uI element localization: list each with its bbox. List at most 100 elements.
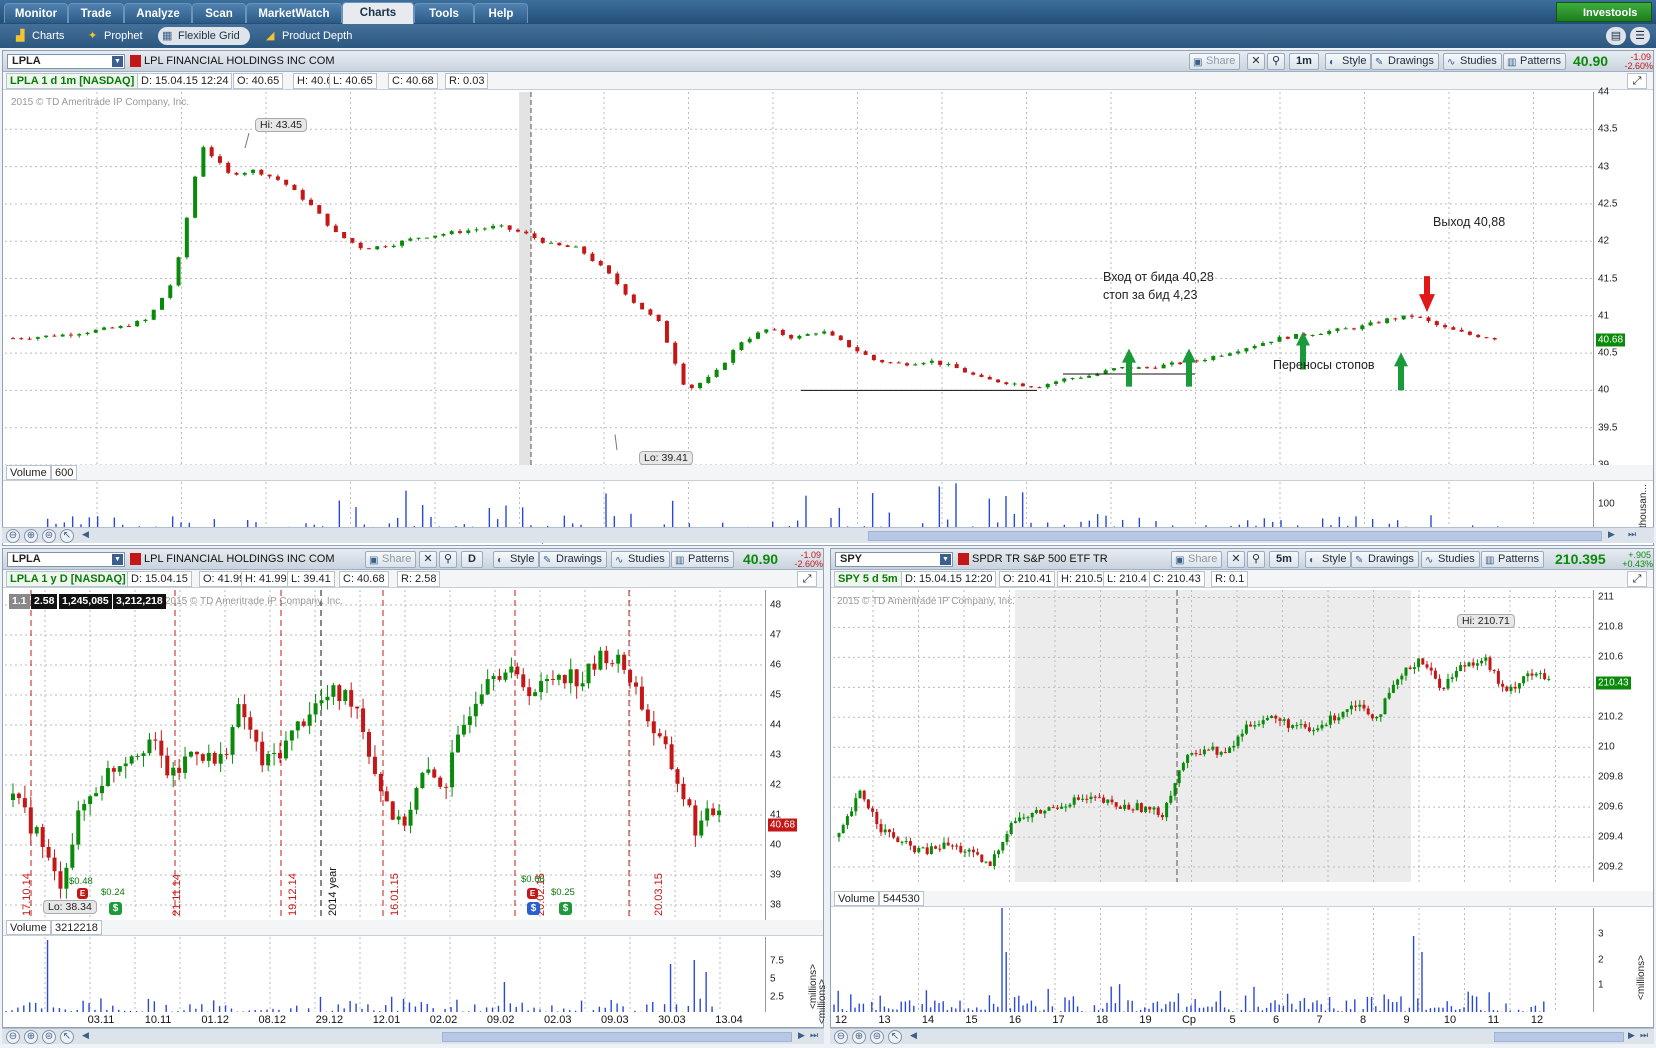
link-button[interactable]: ⚲ [1247, 551, 1265, 568]
aggregation-button[interactable]: 1m [1289, 53, 1319, 70]
dividend-icon[interactable]: $ [109, 902, 122, 915]
tab-scan[interactable]: Scan [192, 3, 246, 23]
price-axis[interactable]: 4443.54342.54241.54140.54039.53940.68 [1593, 87, 1653, 471]
cursor-icon[interactable]: ↖ [60, 1030, 74, 1044]
fit-icon[interactable]: ⊜ [870, 1030, 884, 1044]
cursor-icon[interactable]: ↖ [888, 1030, 902, 1044]
scrollbar-3[interactable]: ⊖ ⊕ ⊜ ↖ ◀ ▶ ⏭ [830, 1028, 1654, 1044]
drawings-button[interactable]: ✎ Drawings [539, 551, 607, 568]
subtab-prophet[interactable]: ✦ Prophet [84, 27, 150, 45]
subtab-flexible-grid[interactable]: ▦ Flexible Grid [158, 27, 250, 45]
volume-plot[interactable] [833, 908, 1593, 1012]
symbol-input[interactable]: LPLA ▼ [7, 54, 125, 69]
scroll-end-icon[interactable]: ⏭ [810, 1030, 818, 1041]
scroll-thumb[interactable] [868, 531, 1602, 541]
tab-tools[interactable]: Tools [414, 3, 474, 23]
candle-body [934, 846, 938, 849]
price-plot[interactable]: 2015 © TD Ameritrade IP Company, Inc. 1.… [5, 590, 765, 920]
crosshair-button[interactable]: ✕ [419, 551, 437, 568]
price-axis[interactable]: 48 47 46 45 44 43 42 41 40 39 38 40.68 [765, 590, 823, 920]
zoom-out-icon[interactable]: ⊖ [6, 529, 20, 543]
scrollbar-1[interactable]: ⊖ ⊕ ⊜ ↖ ◀ ▶ ⏭ [2, 527, 1654, 543]
earnings-icon[interactable]: E [77, 888, 88, 899]
scroll-left-icon[interactable]: ◀ [82, 1030, 89, 1041]
aggregation-button[interactable]: 5m [1269, 551, 1299, 568]
scroll-right-icon[interactable]: ▶ [798, 1030, 805, 1041]
share-button[interactable]: ▣ Share [1171, 551, 1223, 568]
link-button[interactable]: ⚲ [1267, 53, 1285, 70]
studies-button[interactable]: ∿ Studies [1421, 551, 1480, 568]
expand-icon[interactable]: ⤢ [1627, 73, 1647, 89]
expand-icon[interactable]: ⤢ [797, 571, 817, 587]
crosshair-button[interactable]: ✕ [1247, 53, 1265, 70]
price-plot[interactable]: 2015 © TD Ameritrade IP Company, Inc. Hi… [833, 590, 1593, 882]
tab-help[interactable]: Help [474, 3, 528, 23]
link-button[interactable]: ⚲ [439, 551, 457, 568]
volume-plot[interactable] [5, 937, 765, 1012]
symbol-input[interactable]: SPY ▼ [835, 552, 953, 567]
tab-monitor[interactable]: Monitor [4, 3, 68, 23]
drawings-button[interactable]: ✎ Drawings [1371, 53, 1439, 70]
style-button[interactable]: ◐ Style [1325, 53, 1372, 70]
share-button[interactable]: ▣ Share [365, 551, 417, 568]
cursor-icon[interactable]: ↖ [60, 529, 74, 543]
patterns-button[interactable]: ▥ Patterns [1503, 53, 1566, 70]
drawings-button[interactable]: ✎ Drawings [1351, 551, 1419, 568]
scroll-left-icon[interactable]: ◀ [910, 1030, 917, 1041]
symbol-input[interactable]: LPLA ▼ [7, 552, 125, 567]
share-button[interactable]: ▣ Share [1189, 53, 1241, 70]
dropdown-icon[interactable]: ▼ [112, 56, 123, 67]
aggregation-button[interactable]: D [461, 551, 483, 568]
patterns-button[interactable]: ▥ Patterns [671, 551, 734, 568]
expand-icon[interactable]: ⤢ [1627, 571, 1647, 587]
candle-body [689, 384, 694, 389]
zoom-out-icon[interactable]: ⊖ [834, 1030, 848, 1044]
candle-body [656, 314, 661, 322]
candle-body [917, 848, 921, 853]
pencil-icon: ✎ [1375, 57, 1384, 68]
fit-icon[interactable]: ⊜ [42, 529, 56, 543]
scrollbar-2[interactable]: ⊖ ⊕ ⊜ ↖ ◀ ▶ ⏭ [2, 1028, 824, 1044]
candle-body [27, 338, 32, 340]
candle-body [1078, 377, 1083, 379]
earnings-icon[interactable]: E [527, 888, 538, 899]
tab-marketwatch[interactable]: MarketWatch [246, 3, 342, 23]
split-icon[interactable]: $ [527, 902, 540, 915]
studies-button[interactable]: ∿ Studies [611, 551, 670, 568]
zoom-in-icon[interactable]: ⊕ [852, 1030, 866, 1044]
style-button[interactable]: ◐ Style [1305, 551, 1352, 568]
patterns-button[interactable]: ▥ Patterns [1481, 551, 1544, 568]
layout-icon[interactable]: ▤ [1606, 27, 1626, 45]
studies-button[interactable]: ∿ Studies [1443, 53, 1502, 70]
scroll-left-icon[interactable]: ◀ [82, 529, 89, 540]
crosshair-button[interactable]: ✕ [1227, 551, 1245, 568]
candle-body [378, 773, 383, 792]
dividend-icon[interactable]: $ [559, 902, 572, 915]
copyright: 2015 © TD Ameritrade IP Company, Inc. [165, 596, 344, 607]
menu-icon[interactable]: ☰ [1630, 27, 1650, 45]
zoom-out-icon[interactable]: ⊖ [6, 1030, 20, 1044]
dropdown-icon[interactable]: ▼ [112, 554, 123, 565]
fit-icon[interactable]: ⊜ [42, 1030, 56, 1044]
volume-plot[interactable] [5, 482, 1593, 530]
tab-charts[interactable]: Charts [342, 2, 414, 24]
tab-analyze[interactable]: Analyze [124, 3, 192, 23]
scroll-right-icon[interactable]: ▶ [1608, 529, 1615, 540]
subtab-product-depth[interactable]: ◢ Product Depth [262, 27, 362, 45]
scroll-right-icon[interactable]: ▶ [1628, 1030, 1635, 1041]
scroll-thumb[interactable] [442, 1032, 792, 1042]
dropdown-icon[interactable]: ▼ [940, 554, 951, 565]
candle-body [433, 235, 438, 238]
price-plot[interactable]: 2015 © TD Ameritrade IP Company, Inc. Hi… [5, 92, 1593, 465]
subtab-charts[interactable]: ▟ Charts [12, 27, 70, 45]
style-button[interactable]: ◐ Style [493, 551, 540, 568]
price-axis[interactable]: 211210.8210.6210.4210.2210209.8209.6209.… [1593, 590, 1653, 882]
scroll-thumb[interactable] [1494, 1032, 1624, 1042]
tab-trade[interactable]: Trade [68, 3, 124, 23]
zoom-in-icon[interactable]: ⊕ [24, 529, 38, 543]
investools-button[interactable]: Investools [1556, 2, 1652, 22]
candle-body [319, 700, 324, 704]
scroll-end-icon[interactable]: ⏭ [1628, 529, 1636, 540]
zoom-in-icon[interactable]: ⊕ [24, 1030, 38, 1044]
scroll-end-icon[interactable]: ⏭ [1640, 1030, 1648, 1041]
